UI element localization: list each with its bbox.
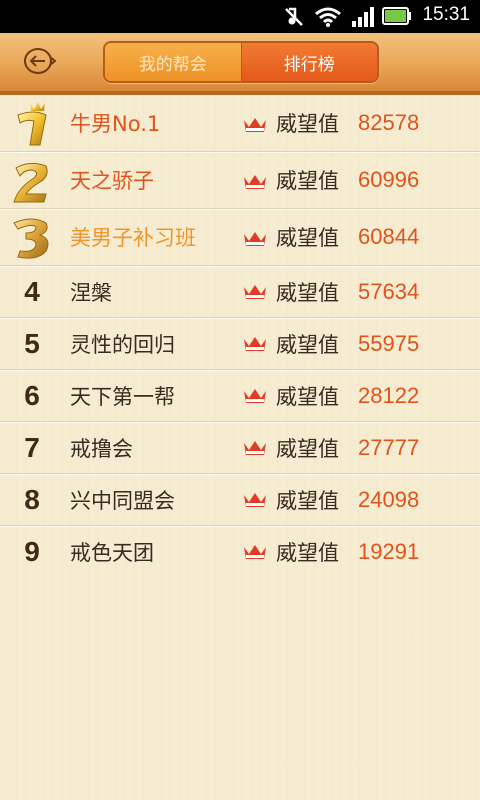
header-bar: 我的帮会 排行榜 <box>0 33 480 95</box>
prestige-label: 威望值 <box>276 488 339 513</box>
prestige-value: 57634 <box>358 278 420 304</box>
list-item[interactable]: 4 涅槃 威望值 57634 <box>0 266 480 318</box>
crown-icon <box>244 493 266 507</box>
tab-my-guild[interactable]: 我的帮会 <box>105 43 241 81</box>
rank-number: 7 <box>24 431 40 463</box>
prestige-value: 55975 <box>358 330 420 356</box>
guild-name: 戒撸会 <box>70 436 133 461</box>
prestige-label: 威望值 <box>276 112 339 136</box>
guild-name: 涅槃 <box>70 280 112 305</box>
ranking-list: 牛男No.1 威望值 82578 天之骄子 威望值 60996 美男子补习班 威… <box>0 95 480 577</box>
mute-icon <box>285 7 303 26</box>
guild-name: 天下第一帮 <box>70 384 175 409</box>
rank-number: 4 <box>24 275 40 307</box>
crown-icon <box>244 232 266 246</box>
prestige-label: 威望值 <box>276 169 339 193</box>
guild-name: 牛男No.1 <box>70 112 161 136</box>
prestige-value: 27777 <box>358 434 420 460</box>
status-bar: 15:31 <box>0 0 480 33</box>
prestige-value: 19291 <box>358 538 420 564</box>
back-arrow-icon[interactable] <box>22 46 56 76</box>
guild-name: 美男子补习班 <box>70 226 196 250</box>
list-item[interactable]: 牛男No.1 威望值 82578 <box>0 95 480 152</box>
crown-icon <box>244 545 266 559</box>
guild-name: 兴中同盟会 <box>70 488 175 513</box>
guild-name: 戒色天团 <box>70 540 154 565</box>
list-item[interactable]: 美男子补习班 威望值 60844 <box>0 209 480 266</box>
prestige-value: 24098 <box>358 486 420 512</box>
prestige-label: 威望值 <box>276 540 339 565</box>
battery-icon <box>382 7 411 25</box>
guild-name: 天之骄子 <box>70 169 154 193</box>
rank-number: 6 <box>24 379 40 411</box>
list-item[interactable]: 9 戒色天团 威望值 19291 <box>0 526 480 577</box>
tab-leaderboard[interactable]: 排行榜 <box>240 43 377 81</box>
crown-icon <box>244 285 266 299</box>
tab-bar: 我的帮会 排行榜 <box>103 41 379 83</box>
crown-icon <box>244 175 266 189</box>
crown-icon <box>244 389 266 403</box>
guild-name: 灵性的回归 <box>70 332 175 357</box>
list-item[interactable]: 8 兴中同盟会 威望值 24098 <box>0 474 480 526</box>
silver-medal-icon <box>13 162 48 203</box>
list-item[interactable]: 5 灵性的回归 威望值 55975 <box>0 318 480 370</box>
crown-icon <box>244 441 266 455</box>
crown-icon <box>244 118 266 132</box>
bronze-medal-icon <box>13 218 49 259</box>
prestige-value: 60844 <box>358 224 420 249</box>
wifi-icon <box>315 7 341 27</box>
prestige-label: 威望值 <box>276 226 339 250</box>
prestige-label: 威望值 <box>276 280 339 305</box>
rank-number: 5 <box>24 327 40 359</box>
gold-medal-icon <box>17 102 47 146</box>
rank-number: 9 <box>24 535 40 567</box>
prestige-label: 威望值 <box>276 332 339 357</box>
signal-icon <box>352 7 374 27</box>
prestige-label: 威望值 <box>276 384 339 409</box>
prestige-value: 28122 <box>358 382 420 408</box>
clock: 15:31 <box>422 4 470 25</box>
crown-icon <box>244 337 266 351</box>
rank-number: 8 <box>24 483 40 515</box>
list-item[interactable]: 6 天下第一帮 威望值 28122 <box>0 370 480 422</box>
list-item[interactable]: 天之骄子 威望值 60996 <box>0 152 480 209</box>
list-item[interactable]: 7 戒撸会 威望值 27777 <box>0 422 480 474</box>
prestige-value: 82578 <box>358 110 420 135</box>
prestige-label: 威望值 <box>276 436 339 461</box>
prestige-value: 60996 <box>358 167 420 192</box>
